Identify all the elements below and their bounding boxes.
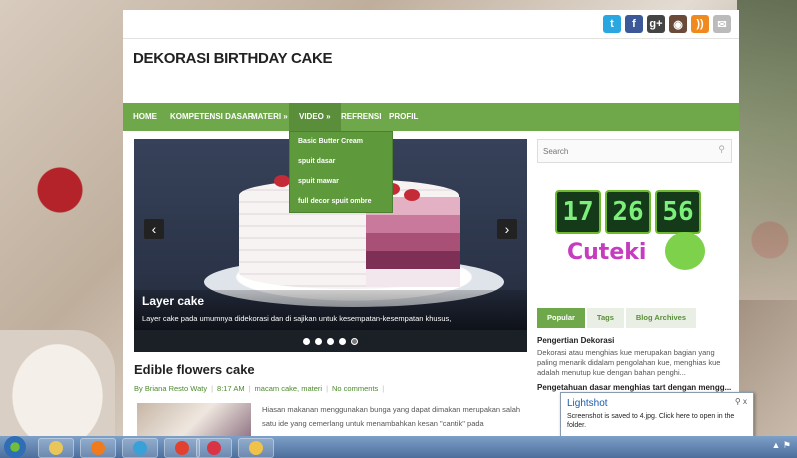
tab-blog-archives[interactable]: Blog Archives [625, 308, 697, 328]
berry [274, 175, 290, 187]
explorer-icon [49, 441, 63, 455]
notification-body[interactable]: Screenshot is saved to 4.jpg. Click here… [567, 412, 747, 430]
post-time[interactable]: 8:17 AM [217, 384, 245, 393]
slider-dot[interactable] [303, 337, 310, 345]
popular-post-title[interactable]: Pengertian Dekorasi [537, 336, 614, 345]
instagram-icon[interactable]: ◉ [669, 15, 687, 33]
windows-taskbar: ▲ ⚑ [0, 436, 797, 458]
taskbar-media-player-button[interactable] [80, 438, 116, 458]
clock-hours: 17 [555, 190, 601, 234]
post-title[interactable]: Edible flowers cake [134, 362, 255, 377]
google-plus-icon[interactable]: g+ [647, 15, 665, 33]
slide-text: Layer cake pada umumnya didekorasi dan d… [142, 314, 452, 323]
post-excerpt: Hiasan makanan menggunakan bunga yang da… [262, 405, 521, 428]
close-icon[interactable]: x [743, 397, 747, 406]
wallpaper-cup [0, 330, 115, 440]
taskbar-explorer-button[interactable] [38, 438, 74, 458]
taskbar-pinned-app-button[interactable] [122, 438, 158, 458]
clock-brand: Cuteki [567, 240, 647, 265]
dropdown-item-basic-butter-cream[interactable]: Basic Butter Cream [290, 132, 392, 152]
post-labels[interactable]: macam cake, materi [255, 384, 323, 393]
facebook-icon[interactable]: f [625, 15, 643, 33]
chrome-icon [175, 441, 189, 455]
dropdown-item-full-decor-spuit-ombre[interactable]: full decor spuit ombre [290, 192, 392, 212]
notification-controls: ⚲ x [735, 397, 747, 406]
site-title[interactable]: DEKORASI BIRTHDAY CAKE [133, 50, 333, 67]
clock-minutes: 26 [605, 190, 651, 234]
system-tray[interactable]: ▲ ⚑ [772, 440, 791, 451]
nav-materi[interactable]: MATERI » [251, 103, 288, 131]
dropdown-item-spuit-mawar[interactable]: spuit mawar [290, 172, 392, 192]
slider-dot[interactable] [315, 337, 322, 345]
media-player-icon [91, 441, 105, 455]
video-dropdown-menu: Basic Butter Cream spuit dasar spuit maw… [289, 131, 393, 213]
sidebar-tabs: Popular Tags Blog Archives [537, 308, 697, 328]
taskbar-chrome-button[interactable] [164, 438, 200, 458]
taskbar-browser-window-button[interactable] [238, 438, 274, 458]
slider-pagination [134, 330, 527, 352]
slider-dot[interactable] [339, 337, 346, 345]
twitter-icon[interactable]: t [603, 15, 621, 33]
email-icon[interactable]: ✉ [713, 15, 731, 33]
nav-home[interactable]: HOME [133, 103, 157, 131]
lightshot-notification[interactable]: Lightshot ⚲ x Screenshot is saved to 4.j… [560, 392, 754, 440]
rss-icon[interactable]: )) [691, 15, 709, 33]
slider-dot[interactable] [327, 337, 334, 345]
search-icon[interactable]: ⚲ [718, 144, 725, 155]
nav-kompetensi-dasar[interactable]: KOMPETENSI DASAR [170, 103, 254, 131]
wallpaper-tree [737, 0, 797, 300]
taskbar-lightshot-button[interactable] [196, 438, 232, 458]
notification-title: Lightshot [567, 398, 608, 409]
berry [404, 189, 420, 201]
post-comments[interactable]: No comments [332, 384, 378, 393]
cuteki-clock-widget: 17 26 56 Cuteki [555, 190, 715, 280]
main-navigation: HOME KOMPETENSI DASAR MATERI » VIDEO » R… [123, 103, 739, 131]
frog-mascot-icon [665, 232, 705, 270]
tab-popular[interactable]: Popular [537, 308, 585, 328]
nav-refrensi[interactable]: REFRENSI [341, 103, 381, 131]
post-thumbnail[interactable] [137, 403, 251, 440]
search-box: ⚲ [537, 139, 732, 163]
post-author[interactable]: By Briana Resto Waty [134, 384, 207, 393]
clock-seconds: 56 [655, 190, 701, 234]
browser-window-icon [249, 441, 263, 455]
post-meta: By Briana Resto Waty | 8:17 AM | macam cake,… [134, 384, 385, 393]
dropdown-item-spuit-dasar[interactable]: spuit dasar [290, 152, 392, 172]
nav-video[interactable]: VIDEO » [289, 103, 341, 131]
pin-icon[interactable]: ⚲ [735, 397, 741, 406]
tab-tags[interactable]: Tags [586, 308, 624, 328]
search-input[interactable] [538, 140, 715, 162]
slider-prev-button[interactable]: ‹ [144, 219, 164, 239]
top-bar: t f g+ ◉)) ✉ [123, 10, 739, 39]
nav-profil[interactable]: PROFIL [389, 103, 418, 131]
start-button[interactable] [4, 436, 26, 458]
pinned-app-icon [133, 441, 147, 455]
social-icons: t f g+ ◉)) ✉ [603, 15, 731, 33]
slide-title[interactable]: Layer cake [142, 294, 204, 308]
lightshot-icon [207, 441, 221, 455]
browser-page: t f g+ ◉)) ✉ DEKORASI BIRTHDAY CAKE HOME KOM… [123, 10, 739, 440]
slider-next-button[interactable]: › [497, 219, 517, 239]
popular-post-snippet: Dekorasi atau menghias kue merupakan bag… [537, 348, 721, 377]
slider-dot[interactable] [351, 337, 358, 345]
